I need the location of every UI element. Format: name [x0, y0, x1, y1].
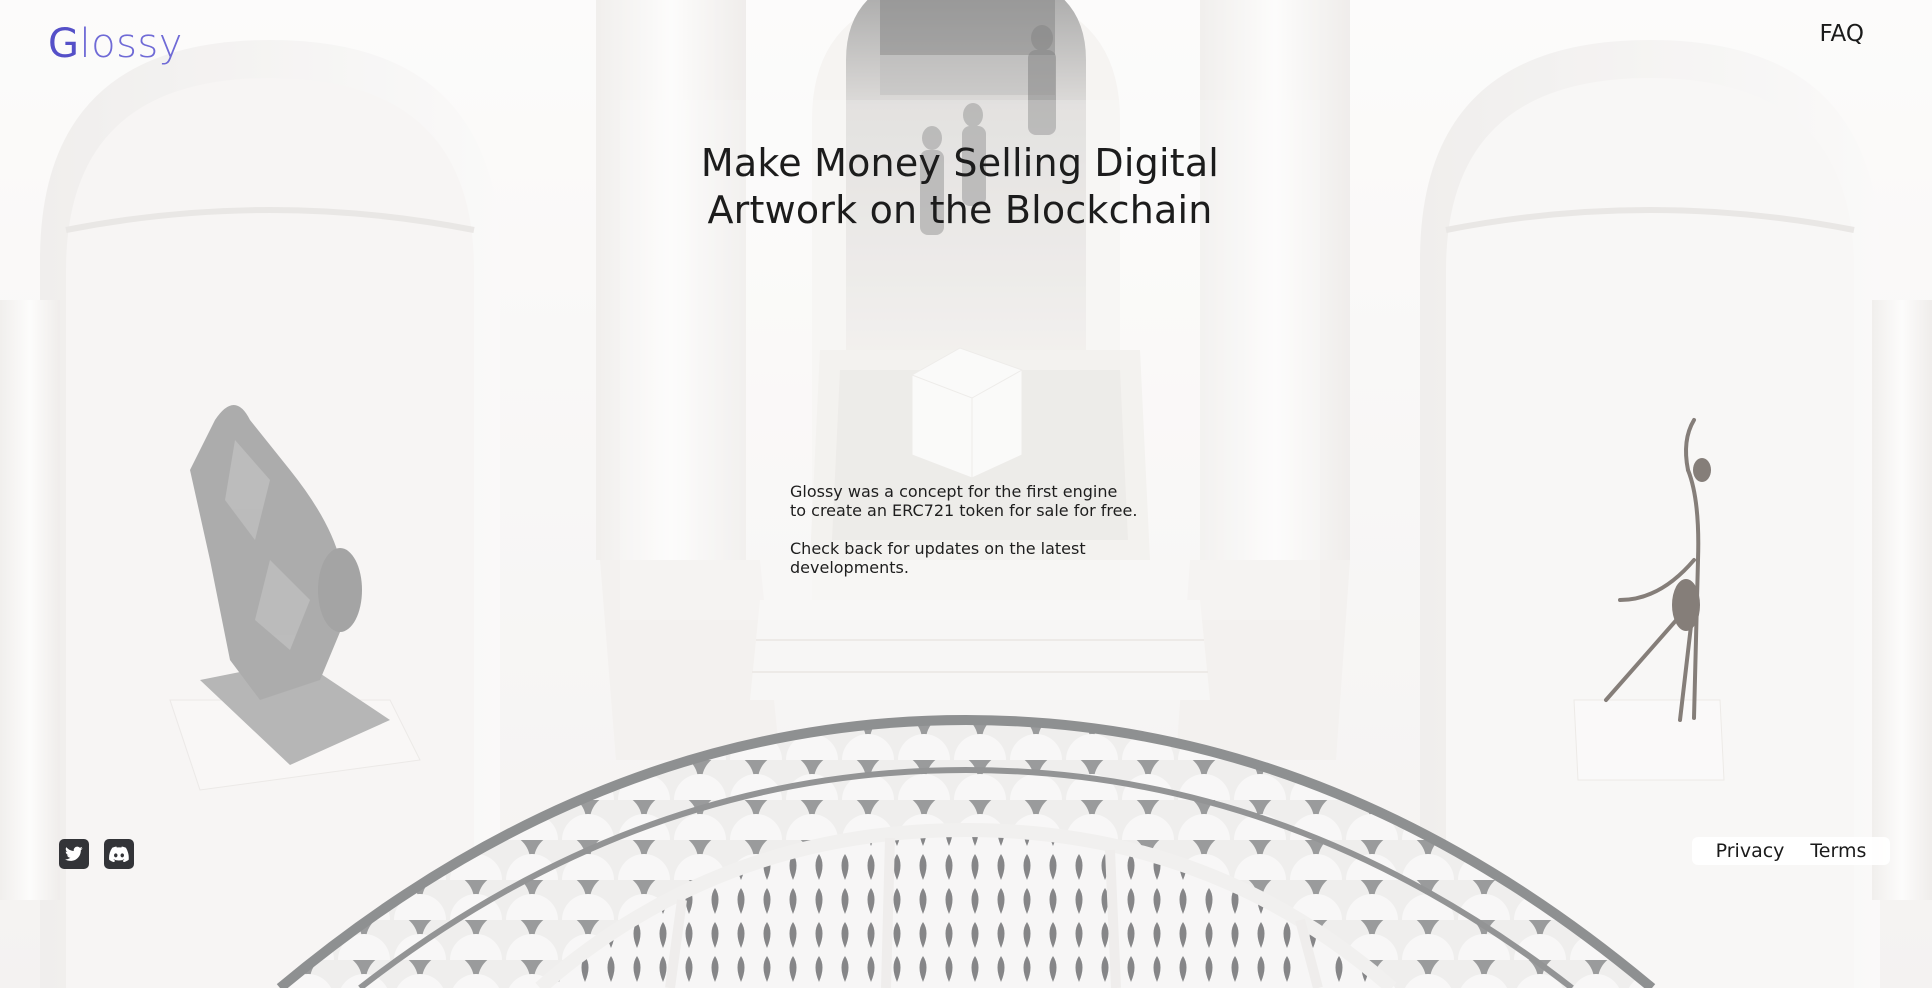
intro-paragraph-1-line-2: to create an ERC721 token for sale for f… [790, 501, 1138, 520]
logo-wordmark: lossy [79, 21, 183, 67]
footer-links: Privacy Terms [1692, 837, 1890, 865]
twitter-button[interactable] [59, 839, 89, 869]
faq-link[interactable]: FAQ [1819, 18, 1864, 50]
intro-paragraph-2: Check back for updates on the latest dev… [790, 539, 1150, 577]
privacy-link[interactable]: Privacy [1716, 837, 1785, 865]
intro-paragraph-1: Glossy was a concept for the first engin… [790, 482, 1150, 520]
intro-paragraph-2-line-2: developments. [790, 558, 909, 577]
intro-text: Glossy was a concept for the first engin… [790, 482, 1150, 596]
twitter-icon [65, 846, 83, 861]
discord-icon [109, 846, 129, 862]
intro-paragraph-2-line-1: Check back for updates on the latest [790, 539, 1086, 558]
hero-title-line-2: Artwork on the Blockchain [707, 188, 1213, 232]
intro-paragraph-1-line-1: Glossy was a concept for the first engin… [790, 482, 1118, 501]
terms-link[interactable]: Terms [1810, 837, 1866, 865]
hero-title: Make Money Selling Digital Artwork on th… [640, 140, 1280, 234]
logo[interactable]: Glossy [48, 16, 183, 72]
logo-initial: G [48, 21, 80, 67]
hero-title-line-1: Make Money Selling Digital [700, 141, 1220, 185]
discord-button[interactable] [104, 839, 134, 869]
landing-page: Glossy FAQ Make Money Selling Digital Ar… [0, 0, 1932, 988]
